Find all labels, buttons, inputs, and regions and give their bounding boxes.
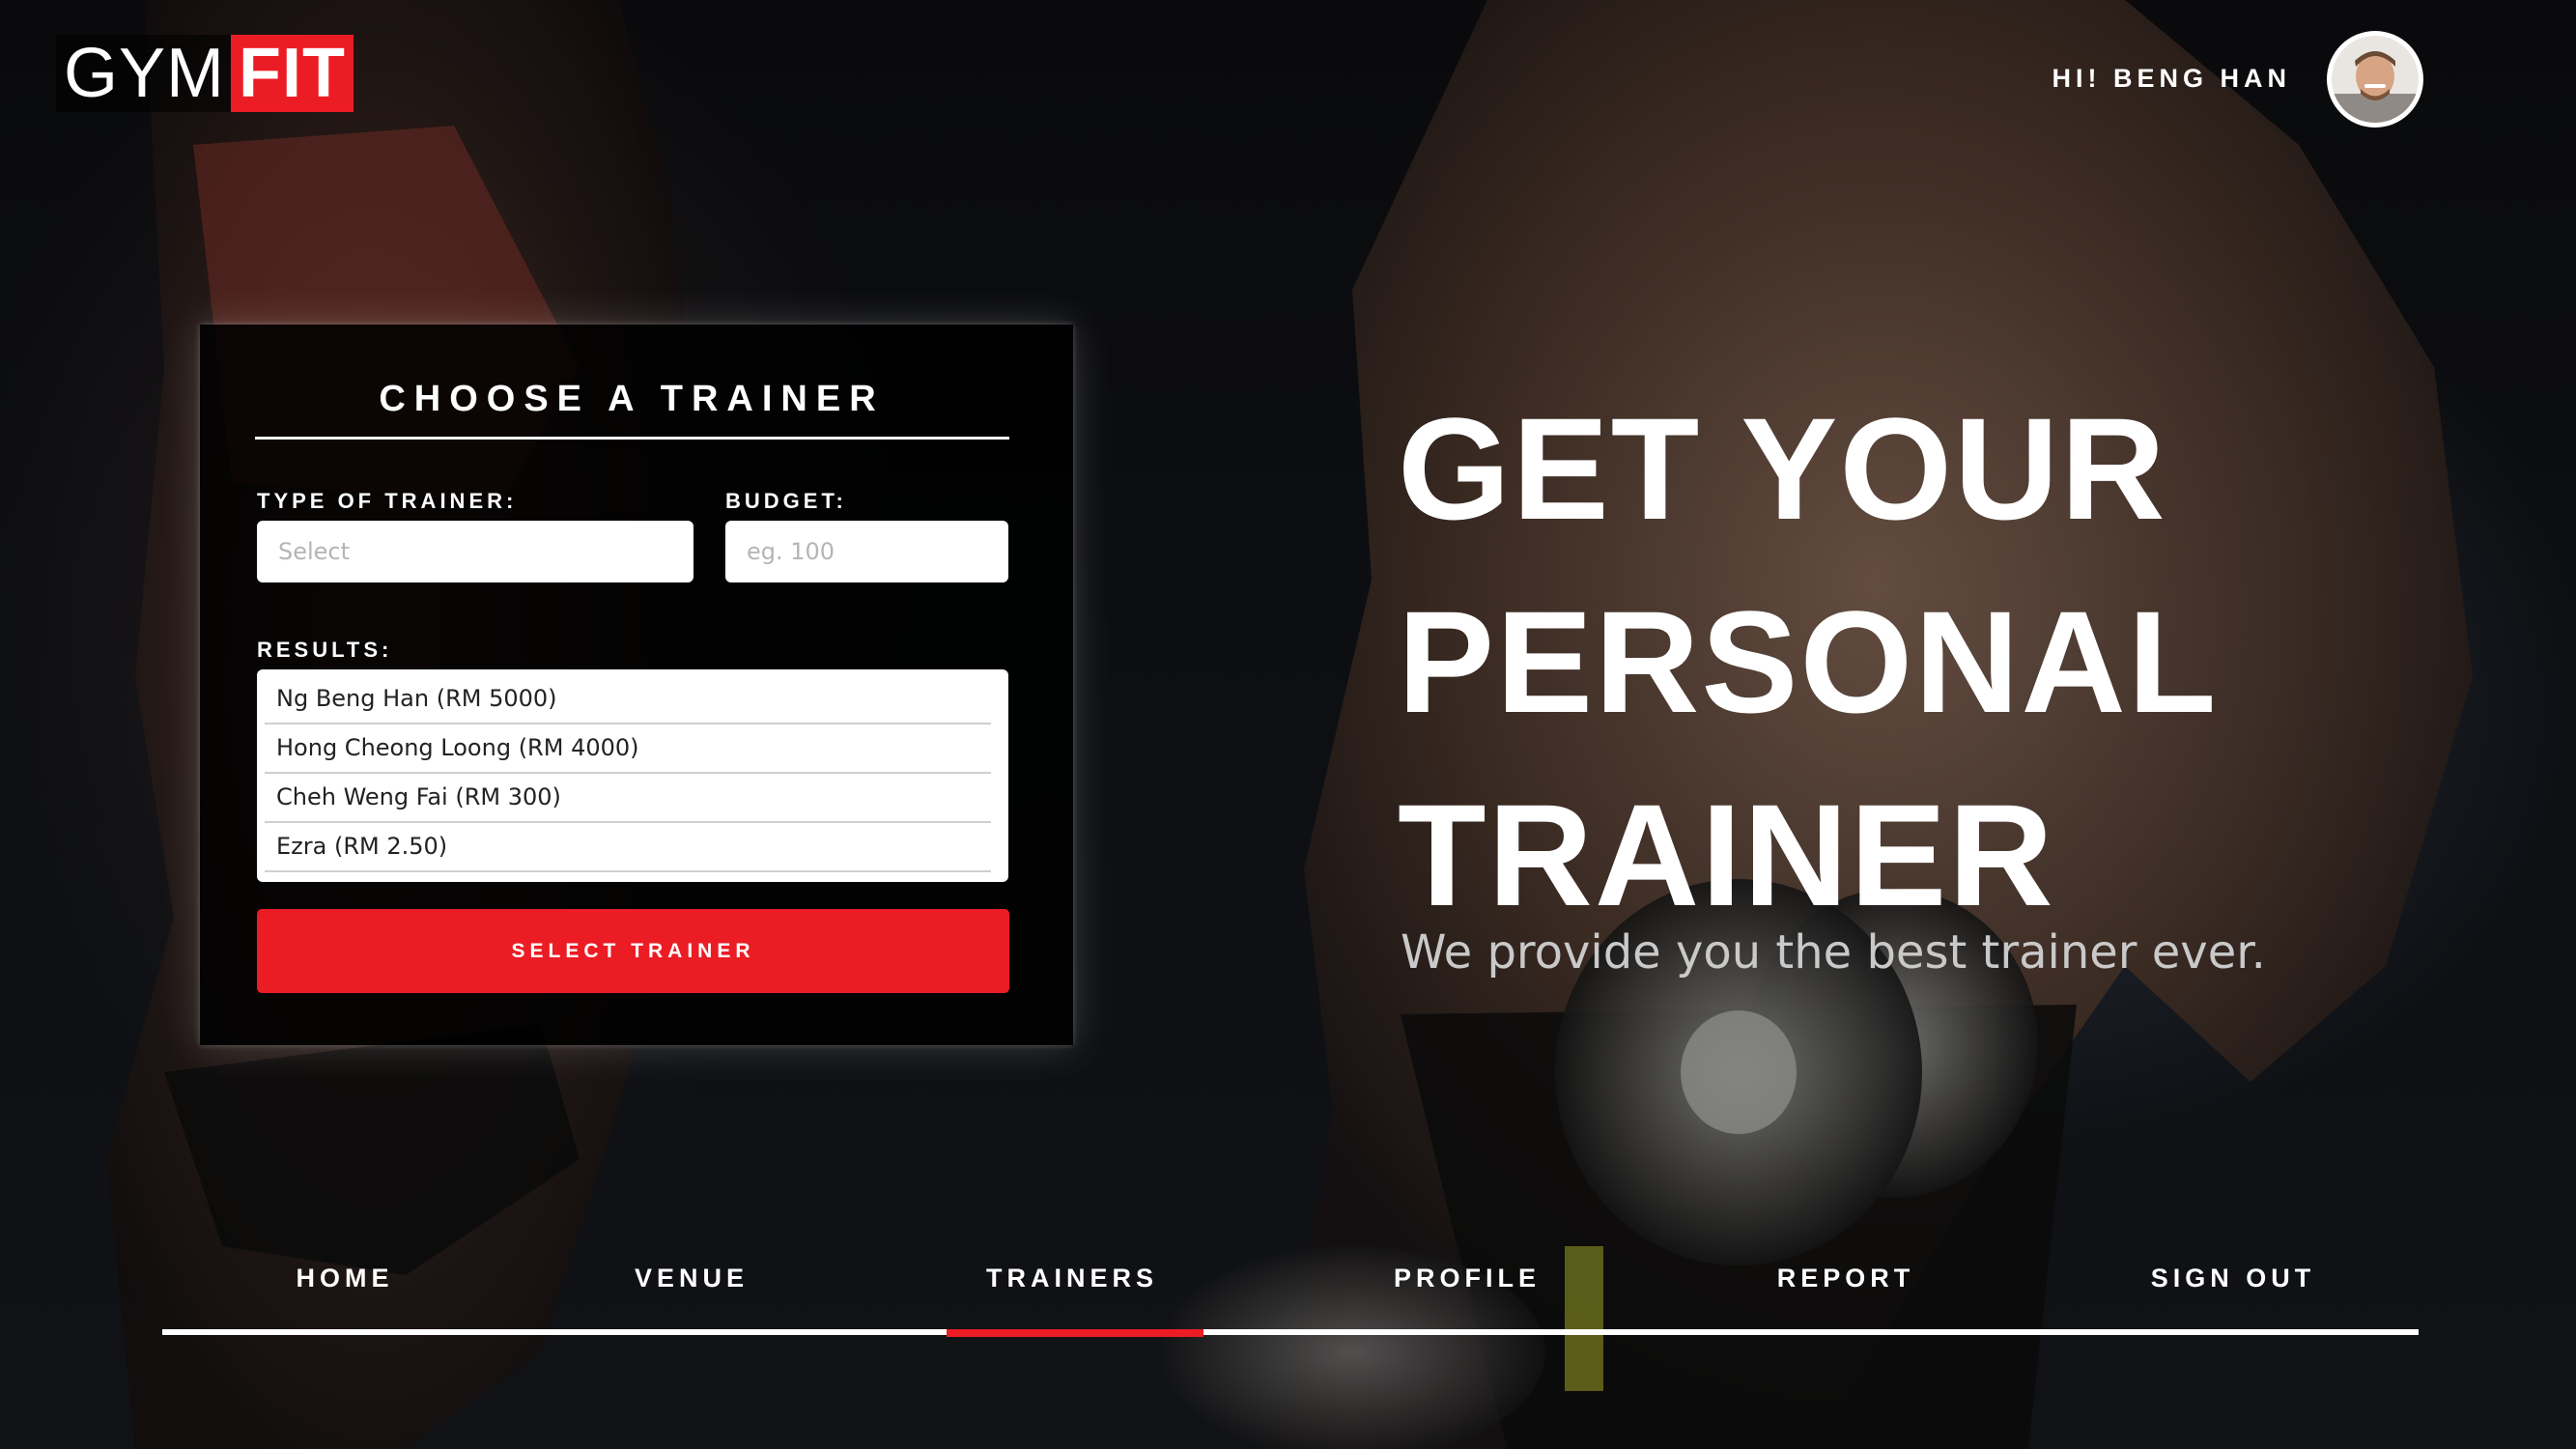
- result-item[interactable]: Ng Beng Han (RM 5000): [265, 675, 991, 724]
- budget-label: BUDGET:: [725, 489, 847, 513]
- nav-report[interactable]: REPORT: [1777, 1264, 1915, 1293]
- nav-active-indicator: [947, 1329, 1203, 1337]
- gymfit-logo[interactable]: GYM FIT: [56, 35, 354, 112]
- panel-title-divider: [255, 437, 1009, 440]
- user-avatar[interactable]: [2327, 31, 2423, 128]
- hero-line-3: TRAINER: [1398, 774, 2055, 936]
- nav-underline: [162, 1329, 2419, 1335]
- select-trainer-button[interactable]: SELECT TRAINER: [257, 909, 1009, 993]
- hero-heading: GET YOUR PERSONAL TRAINER: [1398, 372, 2218, 952]
- hero-line-1: GET YOUR: [1398, 387, 2167, 550]
- nav-sign-out[interactable]: SIGN OUT: [2151, 1264, 2316, 1293]
- logo-text-fit: FIT: [231, 35, 354, 112]
- results-label: RESULTS:: [257, 638, 393, 662]
- choose-trainer-panel: CHOOSE A TRAINER TYPE OF TRAINER: BUDGET…: [200, 325, 1073, 1045]
- nav-home[interactable]: HOME: [297, 1264, 394, 1293]
- result-item[interactable]: Cheh Weng Fai (RM 300): [265, 774, 991, 823]
- hero-line-2: PERSONAL: [1398, 581, 2219, 743]
- trainer-type-select[interactable]: [257, 521, 694, 582]
- user-greeting: HI! BENG HAN: [2052, 64, 2291, 93]
- result-item[interactable]: Ezra (RM 2.50): [265, 823, 991, 872]
- logo-text-gym: GYM: [56, 35, 232, 112]
- nav-trainers[interactable]: TRAINERS: [986, 1264, 1158, 1293]
- hero-tagline: We provide you the best trainer ever.: [1401, 925, 2266, 980]
- panel-title: CHOOSE A TRAINER: [379, 379, 885, 419]
- nav-profile[interactable]: PROFILE: [1394, 1264, 1541, 1293]
- result-item[interactable]: Hong Cheong Loong (RM 4000): [265, 724, 991, 774]
- budget-input[interactable]: [725, 521, 1008, 582]
- results-list[interactable]: Ng Beng Han (RM 5000) Hong Cheong Loong …: [257, 669, 1008, 882]
- nav-venue[interactable]: VENUE: [635, 1264, 749, 1293]
- user-avatar-icon: [2332, 36, 2419, 123]
- trainer-type-label: TYPE OF TRAINER:: [257, 489, 518, 513]
